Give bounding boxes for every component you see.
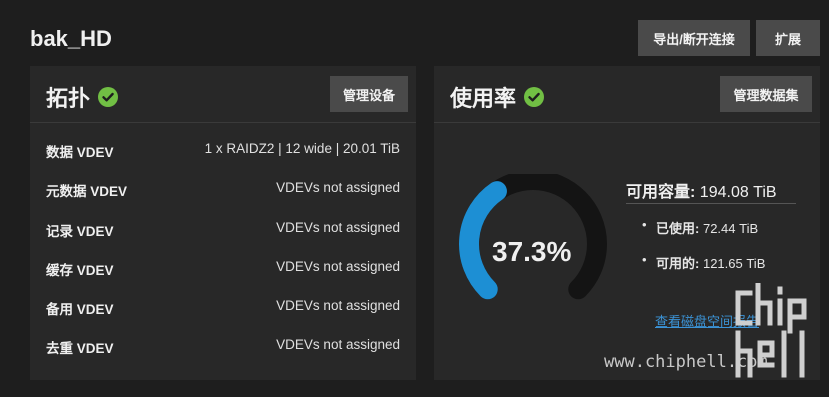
- usage-header: 使用率 管理数据集: [434, 66, 820, 123]
- used-label: 已使用:: [656, 221, 700, 236]
- used-value: 72.44 TiB: [702, 221, 759, 236]
- available-value: 194.08 TiB: [699, 184, 777, 201]
- vdev-label: 备用 VDEV: [46, 302, 114, 317]
- vdev-row-spare: 备用 VDEV VDEVs not assigned: [46, 298, 400, 318]
- free-label: 可用的:: [656, 256, 700, 271]
- usage-title: 使用率: [450, 81, 545, 113]
- used-item: 已使用: 72.44 TiB: [642, 217, 759, 237]
- topology-card: 拓扑 管理设备 数据 VDEV 1 x RAIDZ2 | 12 wide | 2…: [30, 66, 416, 380]
- vdev-row-cache: 缓存 VDEV VDEVs not assigned: [46, 259, 400, 279]
- vdev-row-dedup: 去重 VDEV VDEVs not assigned: [46, 337, 400, 357]
- vdev-label: 记录 VDEV: [46, 224, 114, 239]
- usage-percent: 37.3%: [492, 236, 572, 267]
- free-item: 可用的: 121.65 TiB: [642, 252, 766, 272]
- vdev-row-data: 数据 VDEV 1 x RAIDZ2 | 12 wide | 20.01 TiB: [46, 141, 400, 161]
- usage-title-text: 使用率: [450, 86, 517, 111]
- manage-datasets-button[interactable]: 管理数据集: [720, 76, 812, 112]
- free-value: 121.65 TiB: [702, 256, 766, 271]
- pool-title: bak_HD: [30, 26, 112, 51]
- vdev-value: VDEVs not assigned: [276, 337, 400, 352]
- available-label: 可用容量:: [626, 184, 696, 201]
- check-circle-icon: [98, 87, 119, 107]
- vdev-label: 元数据 VDEV: [46, 184, 128, 199]
- topology-title-text: 拓扑: [46, 86, 91, 111]
- check-circle-icon: [524, 87, 545, 107]
- vdev-value: VDEVs not assigned: [276, 180, 400, 195]
- available-divider: [626, 203, 796, 204]
- vdev-value: VDEVs not assigned: [276, 298, 400, 313]
- vdev-label: 去重 VDEV: [46, 341, 114, 356]
- vdev-row-metadata: 元数据 VDEV VDEVs not assigned: [46, 180, 400, 200]
- vdev-label: 数据 VDEV: [46, 145, 114, 160]
- vdev-value: VDEVs not assigned: [276, 220, 400, 235]
- export-disconnect-button[interactable]: 导出/断开连接: [638, 20, 750, 56]
- manage-devices-button[interactable]: 管理设备: [330, 76, 408, 112]
- topology-title: 拓扑: [46, 81, 119, 113]
- chiphell-logo: [735, 283, 807, 378]
- vdev-label: 缓存 VDEV: [46, 263, 114, 278]
- expand-button[interactable]: 扩展: [756, 20, 820, 56]
- vdev-row-log: 记录 VDEV VDEVs not assigned: [46, 220, 400, 240]
- vdev-value: VDEVs not assigned: [276, 259, 400, 274]
- vdev-value: 1 x RAIDZ2 | 12 wide | 20.01 TiB: [204, 141, 400, 156]
- topology-header: 拓扑 管理设备: [30, 66, 416, 123]
- available-capacity: 可用容量: 194.08 TiB: [626, 178, 777, 202]
